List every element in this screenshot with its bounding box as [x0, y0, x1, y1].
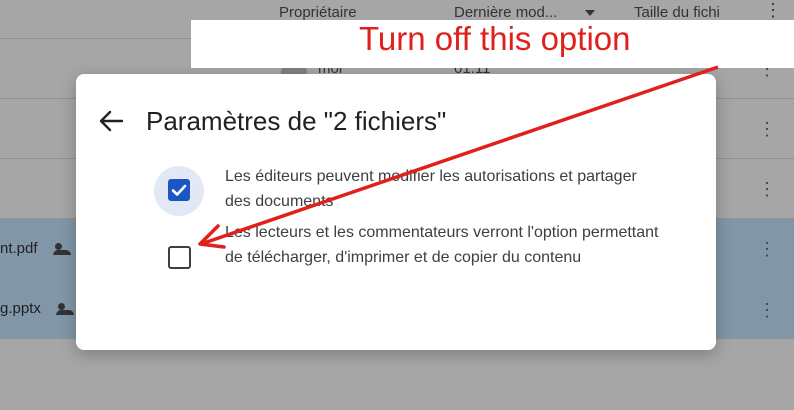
- annotation-arrow: [198, 65, 719, 249]
